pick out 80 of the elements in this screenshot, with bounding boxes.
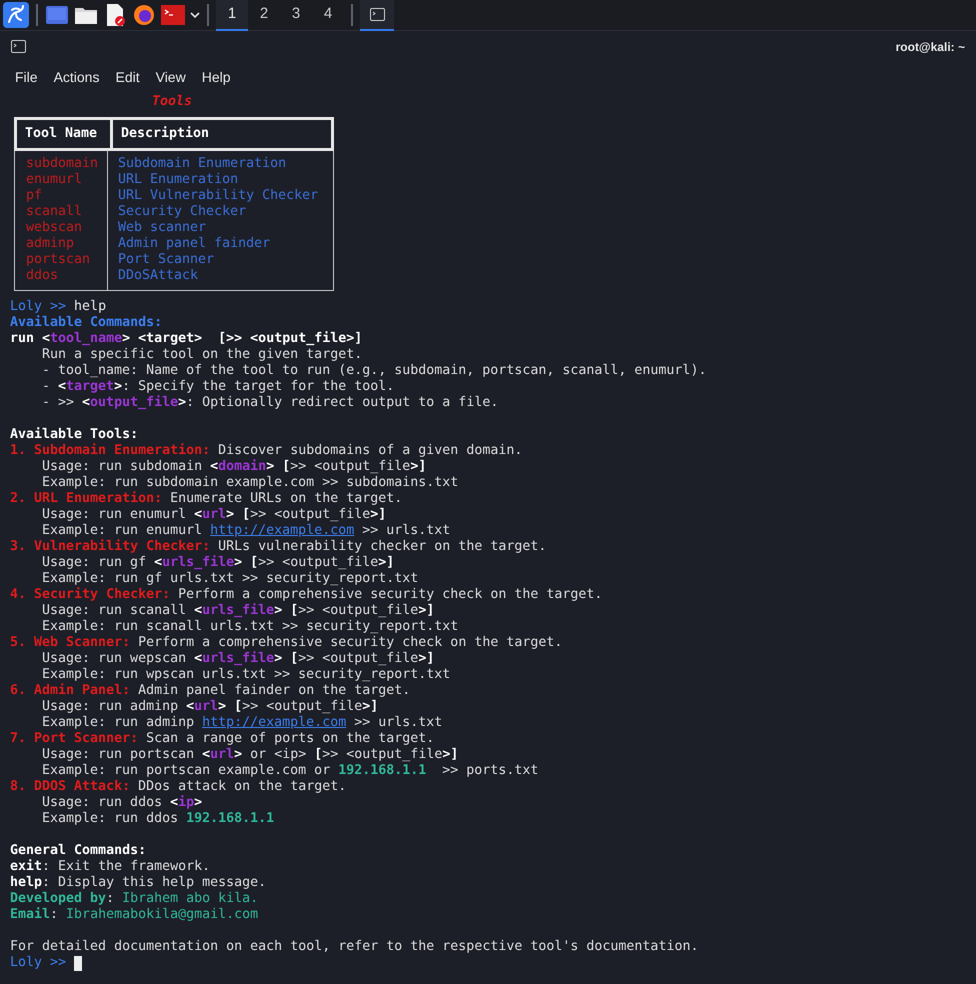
command-text: help — [74, 299, 106, 315]
table-cell-text: Subdomain Enumeration — [118, 156, 288, 172]
terminal-line: 8. DDOS Attack: DDos attack on the target. — [10, 779, 346, 795]
menu-item[interactable]: View — [148, 66, 193, 88]
table-cell-text: Admin panel fainder — [118, 236, 272, 252]
table-cell: subdomain — [26, 156, 96, 172]
terminal-line: Example: run subdomain example.com >> subdomains.txt — [42, 475, 458, 491]
window-title: root@kali: ~ — [896, 38, 965, 56]
table-cell-text: Security Checker — [118, 204, 248, 220]
terminal-line: Example: run enumurl http://example.com >> urls.txt — [42, 523, 450, 539]
menu-item[interactable]: Help — [194, 66, 238, 88]
table-cell-text: URL Vulnerability Checker — [118, 188, 320, 204]
terminal-line: Email: Ibrahemabokila@gmail.com — [10, 907, 258, 923]
terminal-window-button[interactable] — [360, 0, 394, 30]
menu-item[interactable]: File — [8, 66, 45, 88]
terminal-line: 4. Security Checker: Perform a comprehensive security check on the target. — [10, 587, 602, 603]
terminal-line: Developed by: Ibrahem abo kila. — [10, 891, 258, 907]
terminal-line: General Commands: — [10, 843, 146, 859]
terminal-line: 5. Web Scanner: Perform a comprehensive security check on the target. — [10, 635, 562, 651]
terminal-line: exit: Exit the framework. — [10, 859, 210, 875]
terminal-icon[interactable] — [161, 5, 185, 25]
terminal-line: Usage: run gf <urls_file> [>> <output_file>] — [42, 555, 394, 571]
folder-icon[interactable] — [74, 5, 98, 25]
workspace-button[interactable]: 4 — [312, 0, 344, 30]
table-cell-text: Web scanner — [118, 220, 208, 236]
terminal-icon — [11, 40, 26, 53]
workspace-button[interactable]: 3 — [280, 0, 312, 30]
terminal-line: run <tool_name> <target> [>> <output_file>] — [10, 331, 362, 347]
table-cell-text: ddos — [26, 268, 60, 284]
terminal-line: Usage: run subdomain <domain> [>> <output_file>] — [42, 459, 426, 475]
terminal-line: Available Tools: — [10, 427, 138, 443]
prompt: Loly >> — [10, 299, 66, 315]
terminal-line: Example: run ddos 192.168.1.1 — [42, 811, 274, 827]
terminal-line: Example: run adminp http://example.com >> urls.txt — [42, 715, 442, 731]
terminal-line: 6. Admin Panel: Admin panel fainder on the target. — [10, 683, 410, 699]
prompt: Loly >> — [10, 955, 66, 971]
terminal-line: help: Display this help message. — [10, 875, 266, 891]
table-cell-text: DDoSAttack — [118, 268, 200, 284]
terminal-line: Example: run gf urls.txt >> security_report.txt — [42, 571, 418, 587]
terminal-icon — [370, 8, 384, 20]
workspace-button[interactable]: 1 — [216, 0, 248, 30]
terminal-line: - >> <output_file>: Optionally redirect output to a file. — [42, 395, 498, 411]
column-header: Tool Name — [17, 120, 113, 148]
browser-icon[interactable] — [132, 3, 156, 27]
menu-item[interactable]: Edit — [108, 66, 147, 88]
column-header: Description — [120, 125, 210, 143]
link[interactable]: http://example.com — [202, 715, 346, 730]
menu-item[interactable]: Actions — [46, 66, 106, 88]
terminal-line: 3. Vulnerability Checker: URLs vulnerability checker on the target. — [10, 539, 546, 555]
desktop-icon[interactable] — [45, 5, 69, 25]
table-cell-text: URL Enumeration — [118, 172, 240, 188]
table-cell-text: scanall — [26, 204, 84, 220]
terminal-line: Example: run wpscan urls.txt >> security_report.txt — [42, 667, 450, 683]
terminal-line: For detailed documentation on each tool, refer to the respective tool's documentation. — [10, 939, 698, 955]
table-cell-text: enumurl — [26, 172, 84, 188]
terminal-line: 2. URL Enumeration: Enumerate URLs on the target. — [10, 491, 402, 507]
table-cell-text: adminp — [26, 236, 76, 252]
terminal-line: Usage: run wepscan <urls_file> [>> <output_file>] — [42, 651, 434, 667]
table-cell-text: pf — [26, 188, 44, 204]
table-title: Tools — [152, 94, 192, 110]
terminal-line: 1. Subdomain Enumeration: Discover subdomains of a given domain. — [10, 443, 522, 459]
caret-icon[interactable] — [190, 11, 200, 19]
terminal-line: 7. Port Scanner: Scan a range of ports on the target. — [10, 731, 434, 747]
terminal-line: Example: run portscan example.com or 192.168.1.1 >> ports.txt — [42, 763, 538, 779]
table-cell-text: portscan — [26, 252, 92, 268]
terminal-line: - tool_name: Name of the tool to run (e.g., subdomain, portscan, scanall, enumurl). — [42, 363, 706, 379]
table-cell-text: webscan — [26, 220, 84, 236]
terminal-line: Usage: run portscan <url> or <ip> [>> <output_file>] — [42, 747, 458, 763]
app-menu-icon[interactable] — [3, 2, 29, 28]
terminal-line: Available Commands: — [10, 315, 162, 331]
terminal-line: Usage: run adminp <url> [>> <output_file>] — [42, 699, 378, 715]
terminal-line: Run a specific tool on the given target. — [42, 347, 362, 363]
terminal-line: Example: run scanall urls.txt >> security_report.txt — [42, 619, 458, 635]
terminal-line: Usage: run enumurl <url> [>> <output_file>] — [42, 507, 386, 523]
link[interactable]: http://example.com — [210, 523, 354, 538]
terminal-line: - <target>: Specify the target for the tool. — [42, 379, 394, 395]
terminal-line: Usage: run scanall <urls_file> [>> <output_file>] — [42, 603, 434, 619]
terminal-line: Usage: run ddos <ip> — [42, 795, 202, 811]
table-cell-text: Port Scanner — [118, 252, 216, 268]
workspace-button[interactable]: 2 — [248, 0, 280, 30]
